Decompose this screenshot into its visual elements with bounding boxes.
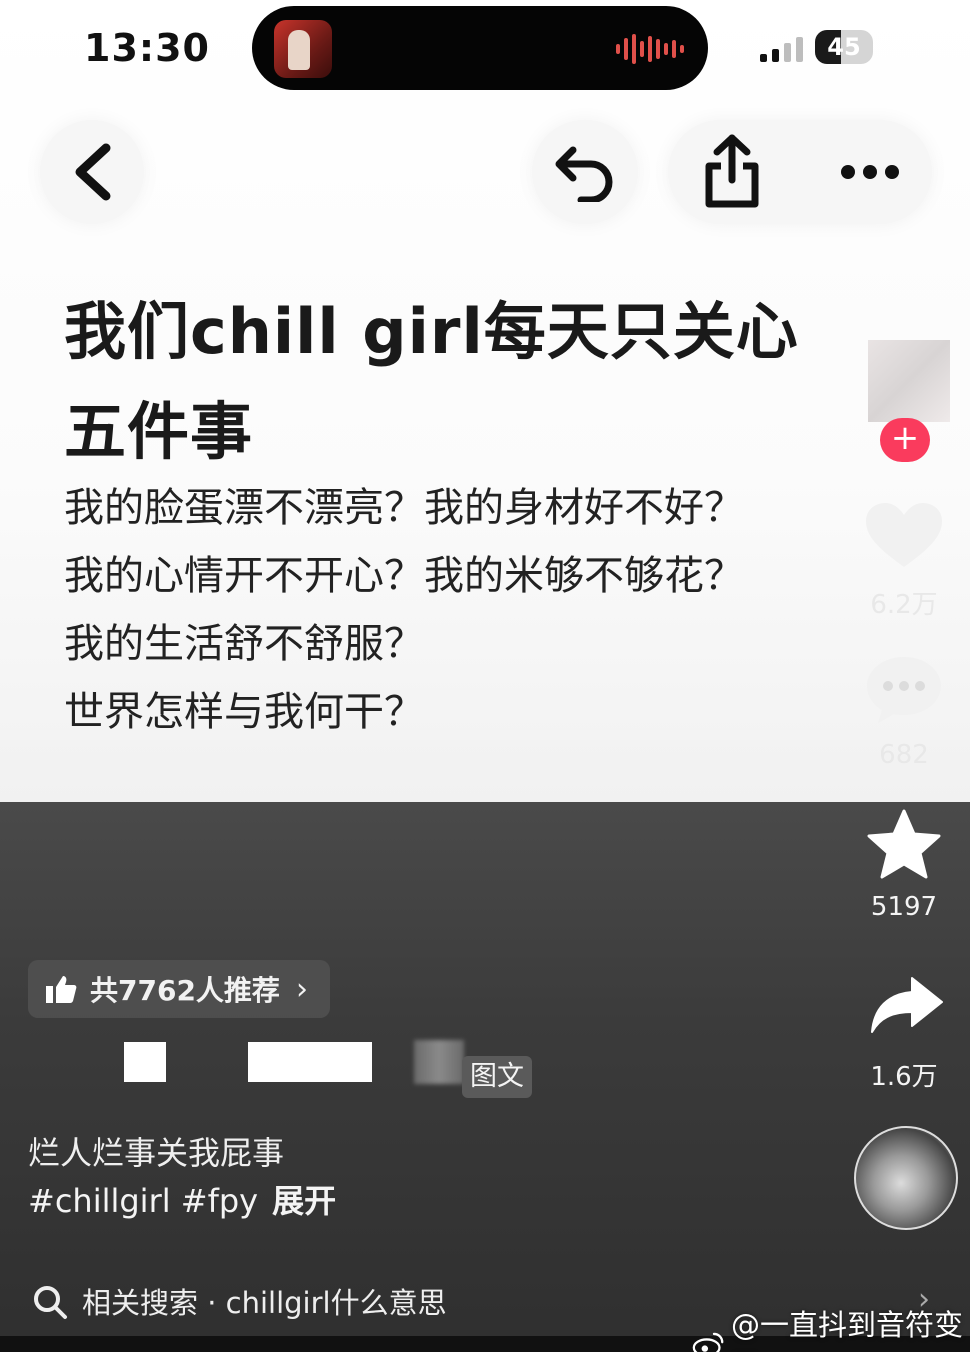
related-search-text: 相关搜索 · chillgirl什么意思 <box>82 1286 447 1320</box>
like-count: 6.2万 <box>870 590 938 620</box>
recommend-bar[interactable]: 共7762人推荐 › <box>28 960 330 1018</box>
thumbs-up-icon <box>46 976 77 1003</box>
heart-icon <box>866 503 942 567</box>
comment-button[interactable] <box>864 652 944 728</box>
hashtag-links[interactable]: #chillgirl #fpy <box>28 1182 258 1220</box>
post-body-line: 我的心情开不开心？我的米够不够花？ <box>64 553 744 599</box>
phone-screen: 13:30 45 我们chill girl每天只关心 五件事 我的脸蛋漂不漂亮？… <box>0 0 970 1352</box>
post-title: 我们chill girl每天只关心 五件事 <box>64 282 894 482</box>
comment-count: 682 <box>879 740 929 770</box>
favorite-count: 5197 <box>870 892 938 922</box>
undo-button[interactable] <box>532 120 638 224</box>
battery-percent: 45 <box>827 33 861 61</box>
dynamic-island[interactable] <box>252 6 708 90</box>
action-pill <box>668 120 932 224</box>
post-body: 我的脸蛋漂不漂亮？我的身材好不好？ 我的心情开不开心？我的米够不够花？ 我的生活… <box>64 474 854 746</box>
post-title-line-1: 我们chill girl每天只关心 <box>64 295 799 368</box>
expand-button[interactable]: 展开 <box>272 1182 336 1220</box>
battery-icon: 45 <box>815 30 873 64</box>
share-count: 1.6万 <box>870 1062 938 1092</box>
redacted-block <box>124 1042 166 1082</box>
post-body-line: 我的脸蛋漂不漂亮？我的身材好不好？ <box>64 485 744 531</box>
blurred-username <box>414 1040 464 1084</box>
author-avatar-blurred[interactable] <box>868 340 950 422</box>
chevron-left-icon <box>75 143 111 201</box>
post-hashtags: #chillgirl #fpy 展开 <box>28 1178 336 1224</box>
comment-icon <box>867 657 941 723</box>
watermark-text: @一直抖到音符变黑 <box>730 1308 963 1352</box>
status-time: 13:30 <box>84 26 210 70</box>
weibo-logo-icon <box>692 1332 724 1352</box>
post-title-line-2: 五件事 <box>64 395 254 468</box>
forward-arrow-icon <box>871 977 943 1033</box>
cellular-signal-icon <box>760 36 803 62</box>
post-body-line: 我的生活舒不舒服？ <box>64 621 424 667</box>
like-button[interactable] <box>862 498 946 574</box>
follow-button[interactable]: + <box>880 418 930 462</box>
post-type-tag: 图文 <box>462 1056 532 1098</box>
star-icon <box>867 809 941 879</box>
share-post-button[interactable] <box>866 972 946 1036</box>
weibo-watermark: @一直抖到音符变黑 <box>692 1302 970 1352</box>
chevron-right-icon: › <box>295 971 308 1007</box>
music-disc-avatar[interactable] <box>854 1126 958 1230</box>
favorite-button[interactable] <box>866 806 942 882</box>
more-icon <box>841 165 899 179</box>
redacted-block <box>248 1042 372 1082</box>
share-icon <box>705 134 759 208</box>
share-button[interactable] <box>690 130 774 214</box>
undo-icon <box>555 146 613 202</box>
back-button[interactable] <box>40 120 144 224</box>
post-body-line: 世界怎样与我何干？ <box>64 689 424 735</box>
recommend-text: 共7762人推荐 <box>90 974 280 1007</box>
post-caption: 烂人烂事关我屁事 <box>28 1134 285 1172</box>
audio-waveform-icon <box>616 34 684 64</box>
now-playing-artwork <box>274 20 332 78</box>
search-icon <box>34 1286 67 1319</box>
more-button[interactable] <box>828 130 912 214</box>
